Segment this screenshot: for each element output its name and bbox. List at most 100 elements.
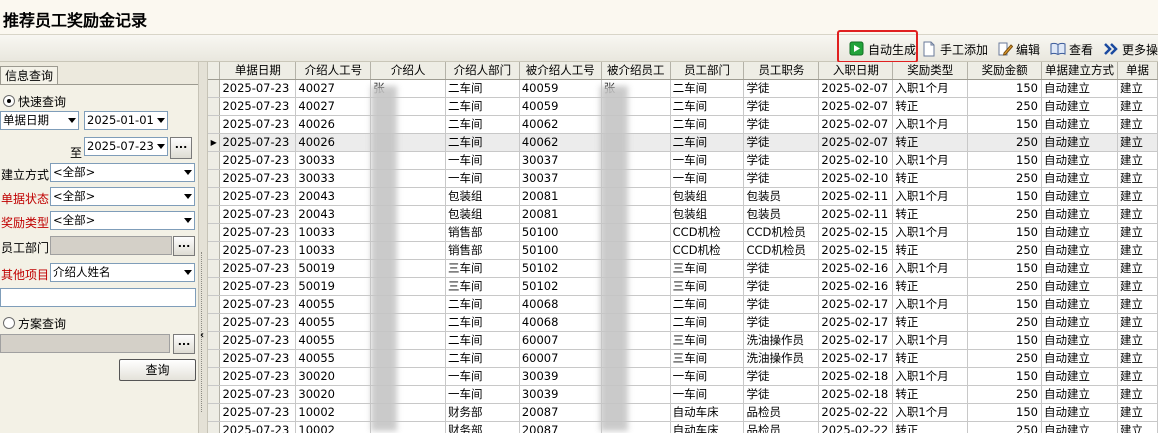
row-indicator[interactable] (208, 205, 221, 224)
table-row[interactable]: ▶ 2025-07-23 40026 二车间 40062 二车间 学徒 2025-02-07 转… (208, 133, 1158, 152)
column-header[interactable]: 单据建立方式 (1041, 62, 1118, 80)
row-indicator[interactable] (208, 115, 221, 134)
table-cell: 250 (967, 277, 1042, 296)
table-row[interactable]: 2025-07-23 20043 包装组 20081 包装组 包装员 2025-02-11 入… (208, 187, 1158, 206)
table-cell: 建立 (1117, 79, 1158, 98)
table-row[interactable]: 2025-07-2340027张二车间40059张二车间学徒2025-02-07… (208, 79, 1158, 98)
row-indicator[interactable] (208, 187, 221, 206)
row-indicator[interactable] (208, 169, 221, 188)
table-cell: 入职1个月 (892, 367, 969, 386)
query-button[interactable]: 查询 (119, 359, 196, 381)
table-cell: 入职1个月 (892, 223, 969, 242)
table-cell: 40059 (519, 97, 602, 116)
row-indicator[interactable] (208, 151, 221, 170)
table-row[interactable]: 2025-07-23 50019 三车间 50102 三车间 学徒 2025-02-16 转正… (208, 277, 1158, 296)
table-row[interactable]: 2025-07-23 40055 二车间 40068 二车间 学徒 2025-02-17 转正… (208, 313, 1158, 332)
row-indicator[interactable] (208, 241, 221, 260)
date-more-button[interactable]: ... (170, 137, 192, 159)
other-items-select[interactable]: 介绍人姓名 (50, 263, 195, 282)
records-table: 单据日期 介绍人工号 介绍人 介绍人部门 被介绍人工号 被介绍员工 员工部门 员工职务 入职日期… (208, 62, 1158, 433)
table-row[interactable]: 2025-07-23 30020 一车间 30039 一车间 学徒 2025-02-18 入职… (208, 367, 1158, 386)
collapse-left-icon[interactable]: ‹ (200, 330, 204, 341)
table-row[interactable]: 2025-07-23 30020 一车间 30039 一车间 学徒 2025-02-18 转正… (208, 385, 1158, 404)
column-header[interactable]: 员工部门 (670, 62, 745, 80)
column-header[interactable]: 被介绍人工号 (519, 62, 602, 80)
column-header[interactable]: 被介绍员工 (601, 62, 671, 80)
column-header[interactable]: 单据 (1117, 62, 1158, 80)
table-cell: 250 (967, 241, 1042, 260)
row-indicator[interactable] (208, 223, 221, 242)
table-row[interactable]: 2025-07-23 30033 一车间 30037 一车间 学徒 2025-02-10 入职… (208, 151, 1158, 170)
table-cell: 二车间 (670, 313, 745, 332)
table-cell: 150 (967, 331, 1042, 350)
table-cell: CCD机检员 (743, 223, 820, 242)
tab-info-query[interactable]: 信息查询 (0, 66, 58, 85)
table-row[interactable]: 2025-07-23 10033 销售部 50100 CCD机检 CCD机检员 2025-0… (208, 223, 1158, 242)
column-header[interactable]: 单据日期 (219, 62, 297, 80)
column-header[interactable]: 奖励金额 (967, 62, 1042, 80)
plan-query-radio[interactable] (3, 317, 15, 329)
employee-dept-input[interactable] (50, 236, 172, 255)
date-from-picker[interactable]: 2025-01-01 (84, 111, 168, 130)
row-indicator[interactable] (208, 349, 221, 368)
plan-query-more-button[interactable]: ... (173, 334, 195, 354)
date-field-select[interactable]: 单据日期 (0, 111, 79, 130)
row-indicator[interactable] (208, 385, 221, 404)
table-cell: 2025-07-23 (219, 97, 297, 116)
column-header[interactable]: 介绍人 (370, 62, 446, 80)
row-indicator[interactable] (208, 403, 221, 422)
table-row[interactable]: 2025-07-23 50019 三车间 50102 三车间 学徒 2025-02-16 入职… (208, 259, 1158, 278)
table-row[interactable]: 2025-07-23 30033 一车间 30037 一车间 学徒 2025-02-10 转正… (208, 169, 1158, 188)
reward-type-select[interactable]: <全部> (50, 211, 195, 230)
column-header[interactable]: 奖励类型 (892, 62, 969, 80)
manual-add-label: 手工添加 (940, 42, 989, 57)
table-row[interactable]: 2025-07-23 40027 二车间 40059 二车间 学徒 2025-02-07 转正… (208, 97, 1158, 116)
column-header[interactable]: 介绍人工号 (295, 62, 372, 80)
table-row[interactable]: 2025-07-23 40055 二车间 40068 二车间 学徒 2025-02-17 入职… (208, 295, 1158, 314)
table-cell: 250 (967, 349, 1042, 368)
table-cell: 10033 (295, 241, 372, 260)
panel-splitter[interactable]: ‹ (198, 62, 208, 433)
row-indicator[interactable] (208, 259, 221, 278)
row-indicator[interactable] (208, 313, 221, 332)
build-method-select[interactable]: <全部> (50, 163, 195, 182)
table-cell: CCD机检员 (743, 241, 820, 260)
column-header[interactable]: 员工职务 (743, 62, 820, 80)
row-indicator[interactable]: ▶ (208, 133, 221, 152)
row-indicator[interactable] (208, 331, 221, 350)
row-indicator[interactable] (208, 79, 221, 98)
manual-add-button[interactable]: 手工添加 (921, 38, 988, 60)
table-cell: 包装组 (670, 187, 745, 206)
row-indicator[interactable] (208, 421, 221, 433)
table-row[interactable]: 2025-07-23 10002 财务部 20087 自动车床 品检员 2025-02-22… (208, 403, 1158, 422)
table-cell: 学徒 (743, 277, 820, 296)
row-indicator[interactable] (208, 295, 221, 314)
table-row[interactable]: 2025-07-23 10033 销售部 50100 CCD机检 CCD机检员 2025-0… (208, 241, 1158, 260)
table-cell: 入职1个月 (892, 187, 969, 206)
table-row[interactable]: 2025-07-23 40055 二车间 60007 三车间 洗油操作员 2025-02-1… (208, 331, 1158, 350)
quick-query-radio[interactable] (3, 95, 15, 107)
other-items-input[interactable] (0, 288, 196, 307)
table-cell: 10002 (295, 403, 372, 422)
edit-button[interactable]: 编辑 (997, 38, 1040, 60)
table-cell: 一车间 (445, 151, 520, 170)
table-row[interactable]: 2025-07-23 40055 二车间 60007 三车间 洗油操作员 2025-02-1… (208, 349, 1158, 368)
row-indicator[interactable] (208, 97, 221, 116)
column-header[interactable]: 入职日期 (818, 62, 894, 80)
table-row[interactable]: 2025-07-23 10002 财务部 20087 自动车床 品检员 2025-02-22… (208, 421, 1158, 433)
employee-dept-more-button[interactable]: ... (173, 236, 195, 256)
column-header[interactable]: 介绍人部门 (445, 62, 520, 80)
view-button[interactable]: 查看 (1050, 38, 1093, 60)
row-indicator[interactable] (208, 367, 221, 386)
date-to-picker[interactable]: 2025-07-23 (84, 137, 168, 156)
plan-query-input[interactable] (0, 334, 170, 353)
table-row[interactable]: 2025-07-23 40026 二车间 40062 二车间 学徒 2025-02-07 入职… (208, 115, 1158, 134)
table-row[interactable]: 2025-07-23 20043 包装组 20081 包装组 包装员 2025-02-11 转… (208, 205, 1158, 224)
more-actions-button[interactable]: 更多操 (1103, 38, 1158, 60)
table-cell: 建立 (1117, 277, 1158, 296)
table-cell: 品检员 (743, 403, 820, 422)
grid-header-row: 单据日期 介绍人工号 介绍人 介绍人部门 被介绍人工号 被介绍员工 员工部门 员工职务 入职日期… (208, 62, 1158, 80)
table-cell: 30039 (519, 385, 602, 404)
row-indicator[interactable] (208, 277, 221, 296)
doc-status-select[interactable]: <全部> (50, 187, 195, 206)
